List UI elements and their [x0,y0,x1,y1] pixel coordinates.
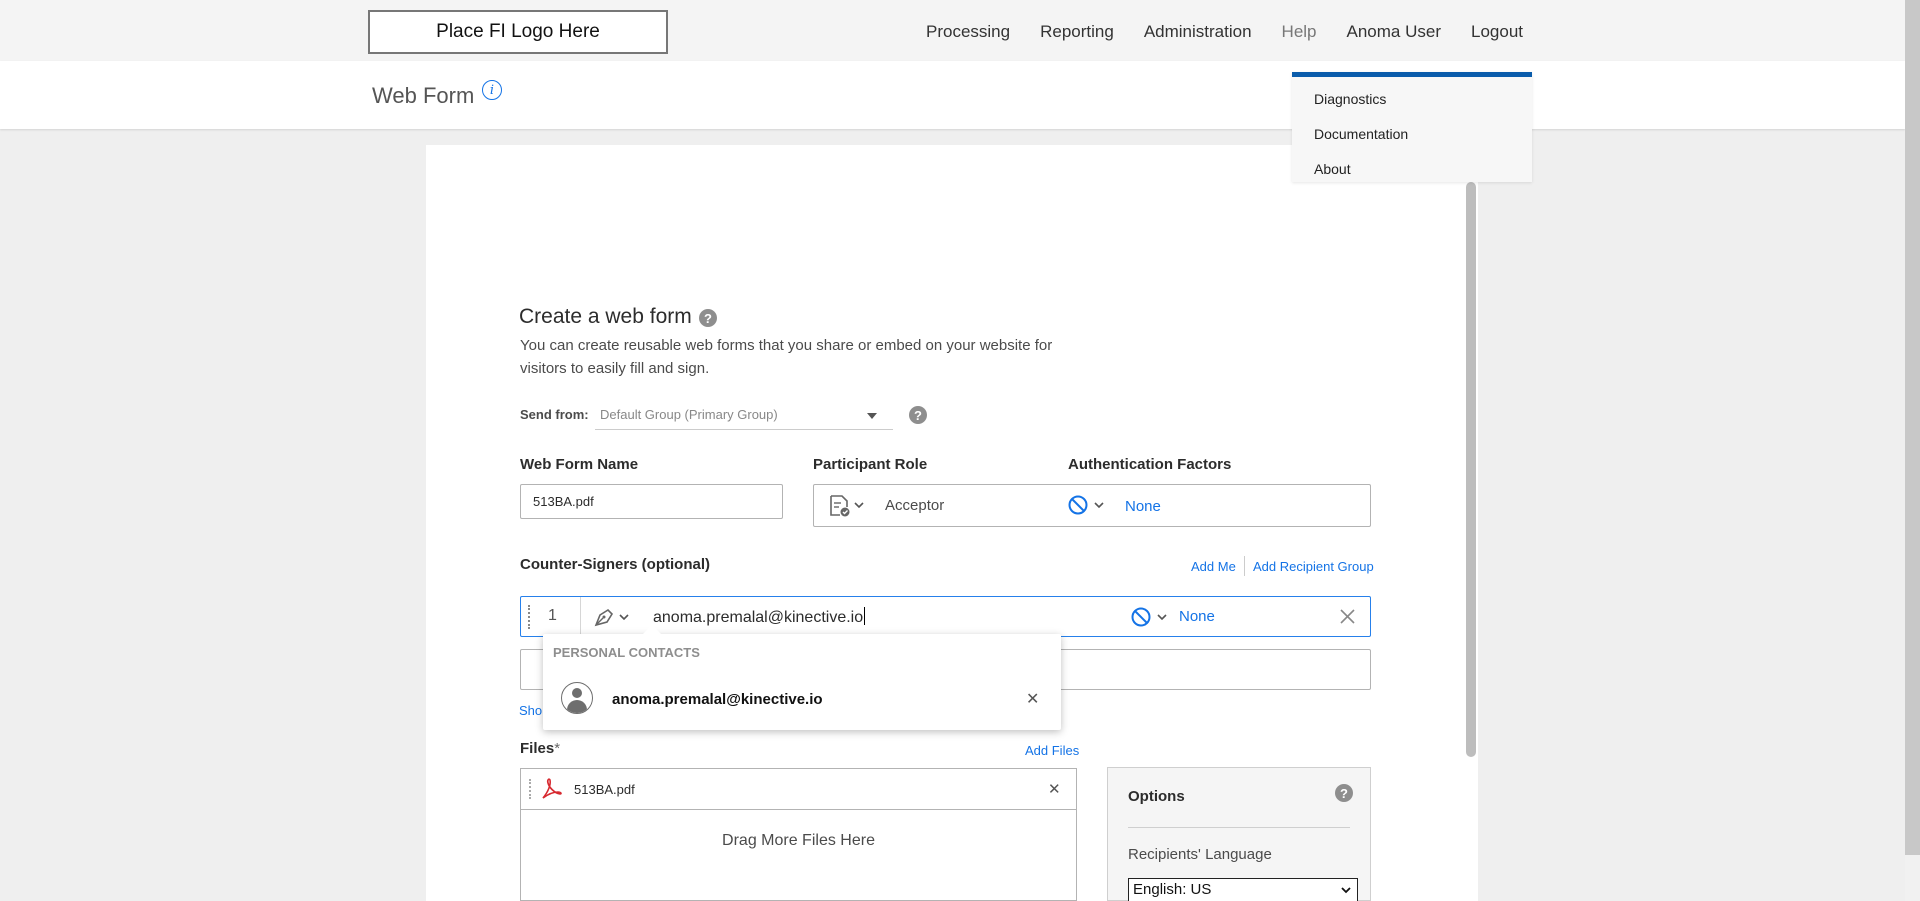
options-panel: Options ? Recipients' Language English: … [1107,767,1371,901]
nav-processing[interactable]: Processing [926,22,1010,42]
drag-handle-icon[interactable] [528,605,530,629]
contact-suggestion[interactable]: anoma.premalal@kinective.io [612,691,823,708]
file-name: 513BA.pdf [574,782,635,797]
send-from-label: Send from: [520,407,589,422]
signer-email-input[interactable]: anoma.premalal@kinective.io [653,607,866,627]
files-dropzone[interactable]: 513BA.pdf ✕ Drag More Files Here [520,768,1077,901]
fi-logo-placeholder[interactable]: Place FI Logo Here [368,10,668,54]
form-description: You can create reusable web forms that y… [520,337,1053,377]
no-auth-icon[interactable] [1130,606,1152,628]
info-icon[interactable]: i [482,80,502,100]
no-auth-icon[interactable] [1067,494,1089,516]
chevron-down-icon[interactable] [619,614,629,622]
signer-auth-value[interactable]: None [1179,608,1215,625]
menu-item-documentation[interactable]: Documentation [1314,126,1408,142]
drag-files-text: Drag More Files Here [722,832,875,849]
nav-logout[interactable]: Logout [1471,22,1523,42]
options-help-icon[interactable]: ? [1335,784,1353,802]
page-title: Web Form [372,83,475,108]
close-icon[interactable] [1339,608,1356,625]
participant-role-value: Acceptor [885,497,945,514]
card-scrollbar[interactable] [1466,182,1476,757]
row-separator [580,597,581,636]
participant-row: Acceptor None [813,484,1371,527]
menu-item-about[interactable]: About [1314,161,1351,177]
recipients-language-select[interactable]: English: US [1128,878,1358,901]
page-scrollbar[interactable] [1905,0,1920,901]
link-divider [1244,556,1245,576]
auth-factor-value[interactable]: None [1125,498,1161,515]
chevron-down-icon[interactable] [854,502,864,510]
show-link[interactable]: Sho [519,703,542,718]
options-title: Options [1128,788,1185,805]
nav-user[interactable]: Anoma User [1347,22,1441,42]
page-header: Web Form i [0,61,1905,129]
menu-item-diagnostics[interactable]: Diagnostics [1314,91,1386,107]
add-recipient-group-link[interactable]: Add Recipient Group [1253,559,1374,574]
nav-administration[interactable]: Administration [1144,22,1252,42]
recipients-language-label: Recipients' Language [1128,846,1272,863]
remove-file-icon[interactable]: ✕ [1048,780,1061,798]
send-from-help-icon[interactable]: ? [909,406,927,424]
web-form-name-label: Web Form Name [520,456,639,473]
chevron-down-icon[interactable] [1094,502,1104,510]
remove-contact-icon[interactable]: ✕ [1026,689,1039,709]
options-divider [1128,827,1350,828]
auth-factors-label: Authentication Factors [1068,456,1232,473]
counter-signers-label: Counter-Signers (optional) [520,556,710,573]
participant-role-label: Participant Role [813,456,928,473]
add-files-link[interactable]: Add Files [1025,743,1079,758]
contact-avatar-icon [561,682,593,714]
web-form-name-input[interactable]: 513BA.pdf [520,484,783,519]
files-label: Files* [520,740,561,757]
drag-handle-icon[interactable] [529,779,531,799]
send-from-value: Default Group (Primary Group) [600,407,778,422]
add-me-link[interactable]: Add Me [1191,559,1236,574]
chevron-down-icon [1341,887,1351,894]
chevron-down-icon[interactable] [1157,614,1167,622]
chevron-down-icon [867,413,877,419]
help-dropdown-menu: Diagnostics Documentation About [1292,72,1532,182]
help-question-icon[interactable]: ? [699,309,717,327]
send-from-select[interactable]: Default Group (Primary Group) [595,400,893,430]
pdf-file-icon [542,778,562,799]
signer-order-number: 1 [548,607,557,624]
file-row: 513BA.pdf ✕ [521,769,1076,810]
main-nav: Processing Reporting Administration Help… [926,22,1553,42]
nav-reporting[interactable]: Reporting [1040,22,1114,42]
form-heading: Create a web form [519,305,692,328]
acceptor-role-icon[interactable] [826,493,852,519]
nav-help[interactable]: Help [1282,22,1317,42]
popup-arrow [643,625,661,634]
contacts-autocomplete: PERSONAL CONTACTS anoma.premalal@kinecti… [543,625,1061,730]
top-nav-bar: Place FI Logo Here Processing Reporting … [0,0,1905,61]
personal-contacts-header: PERSONAL CONTACTS [553,645,700,660]
scrollbar-thumb[interactable] [1905,0,1920,855]
signer-pen-icon[interactable] [593,606,617,628]
